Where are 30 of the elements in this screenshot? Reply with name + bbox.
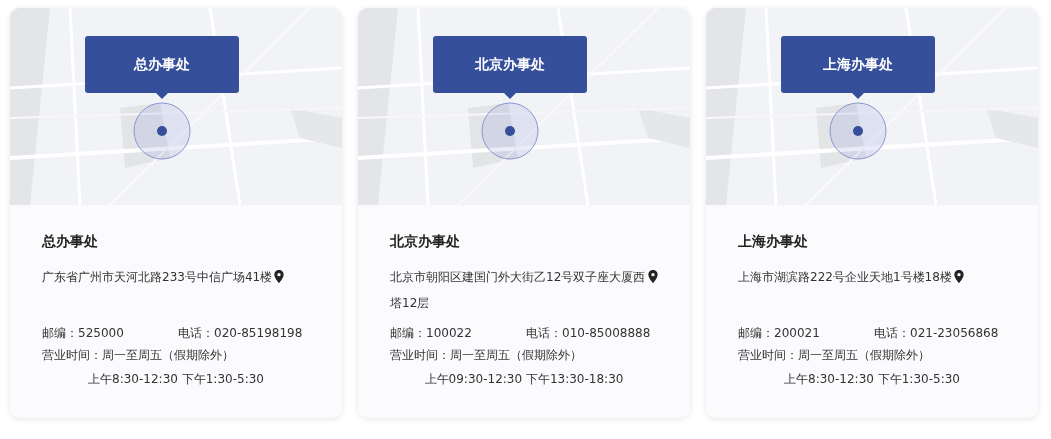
office-name: 上海办事处: [738, 233, 809, 251]
phone-number: 电话：021-23056868: [874, 325, 999, 342]
phone-number: 电话：020-85198198: [178, 325, 303, 342]
phone-number: 电话：010-85008888: [526, 325, 651, 342]
map-callout: 上海办事处: [781, 36, 935, 93]
map-pin-icon: [648, 270, 658, 283]
business-hours-label: 营业时间：周一至周五（假期除外）: [738, 347, 931, 364]
postal-code: 邮编：525000: [42, 325, 125, 342]
business-hours-label: 营业时间：周一至周五（假期除外）: [390, 347, 583, 364]
map-callout: 总办事处: [85, 36, 239, 93]
postal-code: 邮编：200021: [738, 325, 821, 342]
map-pin-icon: [953, 270, 964, 283]
map-callout: 北京办事处: [433, 36, 587, 93]
business-hours: 上午09:30-12:30 下午13:30-18:30: [424, 372, 624, 386]
office-name: 北京办事处: [390, 233, 461, 251]
location-marker-icon: [481, 102, 539, 160]
business-hours-label: 营业时间：周一至周五（假期除外）: [42, 347, 235, 364]
business-hours: 上午8:30-12:30 下午1:30-5:30: [88, 372, 264, 386]
office-address: 上海市湖滨路222号企业天地1号楼18楼: [738, 269, 952, 286]
office-address: 北京市朝阳区建国门外大街乙12号双子座大厦西塔12层: [390, 269, 646, 312]
callout-pointer-icon: [156, 93, 168, 99]
postal-code: 邮编：100022: [390, 325, 473, 342]
location-marker-icon: [829, 102, 887, 160]
callout-pointer-icon: [504, 93, 516, 99]
office-address: 广东省广州市天河北路233号中信广场41楼: [42, 269, 273, 286]
office-name: 总办事处: [42, 233, 99, 251]
business-hours: 上午8:30-12:30 下午1:30-5:30: [784, 372, 960, 386]
map-pin-icon: [274, 270, 285, 283]
location-marker-icon: [133, 102, 191, 160]
callout-pointer-icon: [852, 93, 864, 99]
